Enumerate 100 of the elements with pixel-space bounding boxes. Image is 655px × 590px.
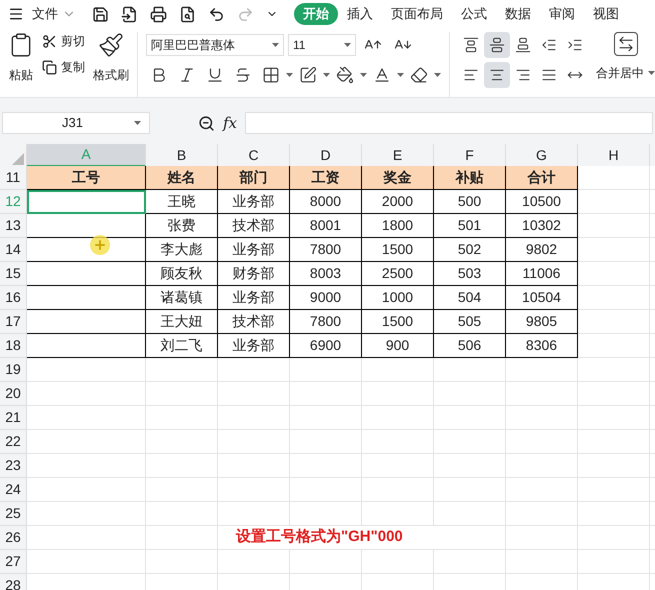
table-cell: 8003 [290,262,362,286]
row-number[interactable]: 25 [0,502,27,526]
horizontal-align-icon[interactable] [484,62,510,88]
row-number[interactable]: 28 [0,574,27,590]
table-cell: 6900 [290,334,362,358]
row-number[interactable]: 20 [0,382,27,406]
export-icon[interactable] [121,6,138,22]
caret-icon[interactable] [434,73,441,77]
column-title: 奖金 [362,166,434,190]
row-number[interactable]: 26 [0,526,27,550]
copy-button[interactable]: 复制 [42,58,85,76]
caret-icon[interactable] [360,73,367,77]
table-cell: 10302 [506,214,578,238]
table-cell: 张费 [146,214,218,238]
caret-icon[interactable] [323,73,330,77]
row-number[interactable]: 19 [0,358,27,382]
menu-icon[interactable] [8,6,24,22]
table-cell: 9802 [506,238,578,262]
table-cell: 506 [434,334,506,358]
table-cell: 1500 [362,238,434,262]
table-cell: 李大彪 [146,238,218,262]
row-number[interactable]: 15 [0,262,27,286]
column-title: 工资 [290,166,362,190]
table-cell: 500 [434,190,506,214]
active-cell[interactable] [27,190,146,214]
caret-icon[interactable] [272,43,279,47]
column-title: 补贴 [434,166,506,190]
ribbon-tab[interactable]: 插入 [338,3,382,25]
merge-center-button[interactable]: 合并居中 [596,32,655,97]
column-title: 部门 [218,166,290,190]
preview-icon[interactable] [179,6,196,22]
paste-button[interactable]: 粘贴 [8,32,34,97]
font-field[interactable]: 阿里巴巴普惠体 [146,34,284,56]
copy-icon [42,60,57,74]
table-cell: 1000 [362,286,434,310]
ribbon-tab[interactable]: 审阅 [540,3,584,25]
caption-text: 设置工号格式为"GH"000 [234,527,403,548]
row-number[interactable]: 23 [0,454,27,478]
caret-icon[interactable] [286,73,293,77]
row-number[interactable]: 21 [0,406,27,430]
table-cell: 诸葛镇 [146,286,218,310]
cursor-highlight-icon [90,235,110,255]
table-cell: 7800 [290,238,362,262]
ribbon-tab[interactable]: 页面布局 [382,3,452,25]
table-cell: 11006 [506,262,578,286]
table-cell: 8001 [290,214,362,238]
table-cell: 王大妞 [146,310,218,334]
paintbrush-icon [98,32,124,58]
format-painter-button[interactable]: 格式刷 [93,32,129,97]
table-cell: 9805 [506,310,578,334]
table-cell: 2500 [362,262,434,286]
table-cell: 业务部 [218,286,290,310]
column-title: 姓名 [146,166,218,190]
table-cell: 10500 [506,190,578,214]
row-number[interactable]: 14 [0,238,27,262]
column-title: 合计 [506,166,578,190]
table-cell: 505 [434,310,506,334]
caret-icon[interactable] [344,43,351,47]
file-menu[interactable]: 文件 [32,4,58,24]
row-number[interactable]: 24 [0,478,27,502]
table-cell: 财务部 [218,262,290,286]
row-number[interactable]: 27 [0,550,27,574]
table-cell: 顾友秋 [146,262,218,286]
vertical-align-icon[interactable] [484,32,510,58]
function-label[interactable]: fx [223,112,238,134]
table-cell: 7800 [290,310,362,334]
caret-icon[interactable] [134,121,141,125]
row-number[interactable]: 16 [0,286,27,310]
name-box[interactable]: J31 [2,112,150,134]
row-number[interactable]: 22 [0,430,27,454]
table-cell: 10504 [506,286,578,310]
zoom-icon[interactable] [198,114,215,132]
row-number[interactable]: 17 [0,310,27,334]
ribbon-tab[interactable]: 视图 [584,3,628,25]
table-cell: 8306 [506,334,578,358]
table-cell: 1800 [362,214,434,238]
cut-button[interactable]: 剪切 [42,32,85,50]
undo-icon[interactable] [208,6,225,22]
table-cell: 王晓 [146,190,218,214]
font-size-field[interactable]: 11 [288,34,356,56]
row-number[interactable]: 11 [0,166,27,190]
table-cell: 9000 [290,286,362,310]
table-cell: 503 [434,262,506,286]
caret-icon[interactable] [397,73,404,77]
table-cell: 1500 [362,310,434,334]
row-number[interactable]: 18 [0,334,27,358]
save-icon[interactable] [92,6,109,22]
table-cell: 504 [434,286,506,310]
table-cell: 业务部 [218,238,290,262]
table-cell: 900 [362,334,434,358]
caret-icon[interactable] [648,71,655,75]
ribbon-tab[interactable]: 公式 [452,3,496,25]
ribbon-tab[interactable]: 数据 [496,3,540,25]
table-cell: 业务部 [218,334,290,358]
row-number[interactable]: 13 [0,214,27,238]
table-cell: 技术部 [218,214,290,238]
triangle-icon [12,153,24,165]
table-cell: 业务部 [218,190,290,214]
column-header[interactable]: H [578,144,650,167]
print-icon[interactable] [150,6,167,22]
